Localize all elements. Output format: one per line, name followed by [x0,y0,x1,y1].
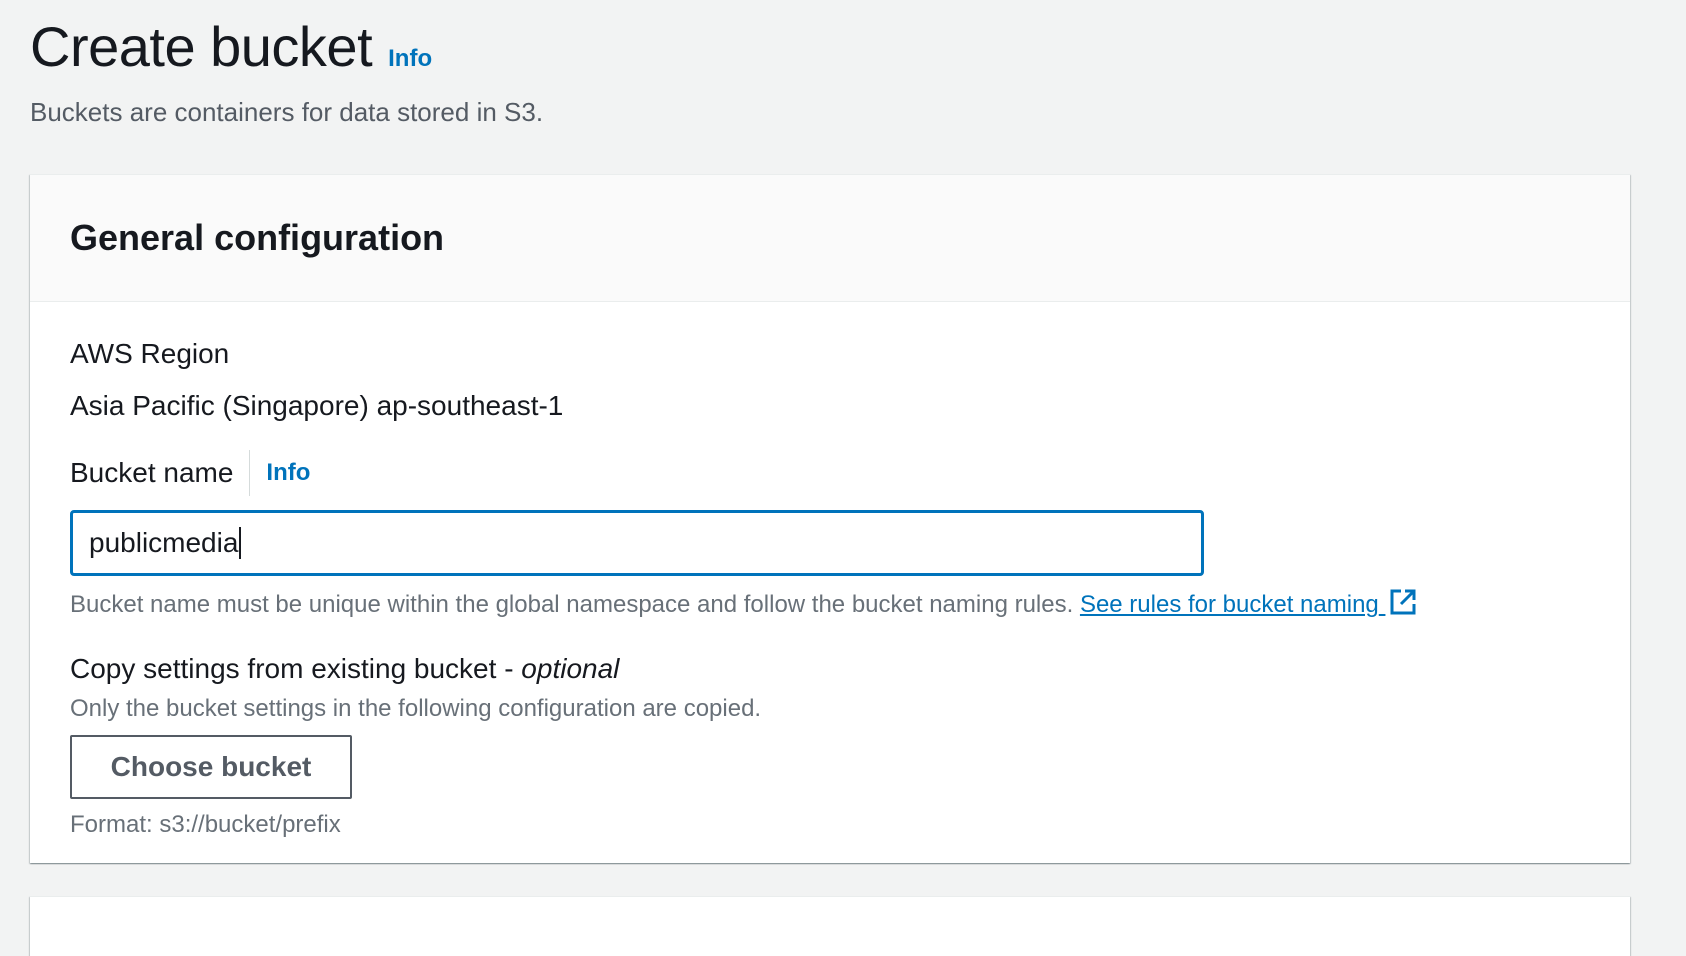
copy-settings-description: Only the bucket settings in the followin… [70,695,762,722]
bucket-naming-rules-link[interactable]: See rules for bucket naming [1079,589,1418,618]
bucket-name-hint-text: Bucket name must be unique within the gl… [70,591,1074,618]
bucket-name-input[interactable]: publicmedia [70,510,1204,576]
copy-settings-label: Copy settings from existing bucket - opt… [70,653,1590,685]
label-divider [249,450,251,496]
next-panel [30,896,1630,956]
panel-title: General configuration [70,217,445,258]
bucket-name-info-link[interactable]: Info [266,459,310,487]
general-configuration-panel: General configuration AWS Region Asia Pa… [30,174,1630,863]
bucket-name-hint: Bucket name must be unique within the gl… [70,588,1590,623]
title-row: Create bucket Info [30,14,543,79]
choose-bucket-button[interactable]: Choose bucket [70,735,352,799]
text-caret [239,527,242,559]
format-hint: Format: s3://bucket/prefix [70,811,341,838]
header-info-link[interactable]: Info [388,45,432,73]
page-description: Buckets are containers for data stored i… [30,97,544,127]
optional-tag: optional [521,653,620,684]
copy-settings-label-text: Copy settings from existing bucket - [70,653,522,684]
page-title: Create bucket [30,15,373,78]
panel-body: AWS Region Asia Pacific (Singapore) ap-s… [30,302,1630,839]
bucket-naming-rules-link-text: See rules for bucket naming [1079,591,1379,618]
region-value: Asia Pacific (Singapore) ap-southeast-1 [70,390,564,421]
bucket-name-input-value: publicmedia [89,527,239,558]
page-header: Create bucket Info Buckets are container… [30,14,543,128]
bucket-name-label: Bucket name [70,457,234,488]
region-label: AWS Region [70,338,230,369]
external-link-icon [1389,588,1417,623]
panel-header: General configuration [30,175,1630,302]
bucket-name-label-row: Bucket name Info [70,450,1590,496]
